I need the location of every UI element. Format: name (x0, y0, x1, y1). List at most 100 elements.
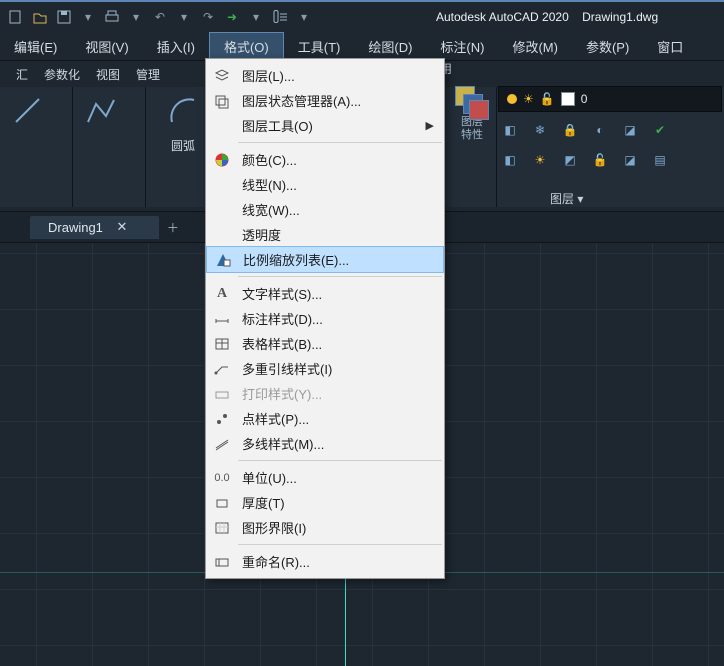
layer-tool-c-icon[interactable]: ◩ (558, 148, 582, 172)
chevron-right-icon: ▶ (426, 119, 434, 132)
menu-item-units[interactable]: 0.0单位(U)... (206, 465, 444, 490)
qat-redo-icon[interactable]: ↷ (197, 6, 219, 28)
menu-item-label: 单位(U)... (242, 468, 297, 487)
color-wheel-icon (212, 150, 232, 170)
ribbon-tab[interactable]: 汇 (10, 62, 38, 87)
menu-item-rename[interactable]: 重命名(R)... (206, 549, 444, 574)
chevron-down-icon[interactable]: ▾ (245, 6, 267, 28)
format-dropdown-menu: 图层(L)...图层状态管理器(A)... 图层工具(O) ▶ 颜色(C)... 线型(… (205, 58, 445, 579)
layers-icon (212, 66, 232, 86)
menu-item-mleaderstyle[interactable]: 多重引线样式(I) (206, 356, 444, 381)
layer-tool-e-icon[interactable]: ◪ (618, 148, 642, 172)
layers-stack-icon (212, 91, 232, 111)
layer-panel: 图层 特性 ☀ 🔓 0 ◧ ❄ 🔒 ◐ ◪ ✔ ◧ ☀ ◩ 🔓 ◪ ▤ (452, 86, 722, 172)
line-tool-icon[interactable] (8, 91, 48, 131)
chevron-down-icon[interactable]: ▾ (125, 6, 147, 28)
menu-dimension[interactable]: 标注(N) (426, 32, 498, 60)
menu-item-label: 厚度(T) (242, 493, 285, 512)
layer-freeze-icon[interactable]: ❄ (528, 118, 552, 142)
ribbon-tab[interactable]: 管理 (130, 62, 170, 87)
menu-param[interactable]: 参数(P) (572, 32, 643, 60)
qat-open-icon[interactable] (29, 6, 51, 28)
limits-icon (212, 518, 232, 538)
layer-tool-a-icon[interactable]: ◧ (498, 148, 522, 172)
menu-edit[interactable]: 编辑(E) (0, 32, 71, 60)
menu-item-dimstyle[interactable]: 标注样式(D)... (206, 306, 444, 331)
qat-scroll-icon[interactable] (269, 6, 291, 28)
document-tab-label: Drawing1 (48, 220, 103, 235)
layer-match-icon[interactable]: ◪ (618, 118, 642, 142)
qat-undo-icon[interactable]: ↶ (149, 6, 171, 28)
chevron-down-icon[interactable]: ▾ (293, 6, 315, 28)
qat-new-icon[interactable] (5, 6, 27, 28)
layer-tool-b-icon[interactable]: ☀ (528, 148, 552, 172)
menu-modify[interactable]: 修改(M) (498, 32, 572, 60)
menu-window[interactable]: 窗口 (643, 32, 697, 60)
menu-view[interactable]: 视图(V) (71, 32, 142, 60)
rename-icon (212, 552, 232, 572)
document-tab[interactable]: Drawing1 ✕ (30, 216, 159, 239)
menu-tools[interactable]: 工具(T) (284, 32, 355, 60)
menu-item-transp[interactable]: 透明度 (206, 222, 444, 247)
menu-item-plotstyle: 打印样式(Y)... (206, 381, 444, 406)
menu-item-label: 图形界限(I) (242, 518, 306, 537)
menu-item-ltype[interactable]: 线型(N)... (206, 172, 444, 197)
mline-style-icon (212, 434, 232, 454)
menu-separator (238, 276, 442, 277)
qat-share-icon[interactable]: ➜ (221, 6, 243, 28)
text-style-icon: A (212, 284, 232, 304)
menu-item-layer[interactable]: 图层(L)... (206, 63, 444, 88)
ribbon-tab[interactable]: 参数化 (38, 62, 90, 87)
blank-icon (212, 175, 232, 195)
panel-line (0, 87, 73, 207)
menu-separator (238, 142, 442, 143)
layer-tool-d-icon[interactable]: 🔓 (588, 148, 612, 172)
layer-dropdown[interactable]: ☀ 🔓 0 (498, 86, 722, 112)
menu-item-limits[interactable]: 图形界限(I) (206, 515, 444, 540)
menu-item-textstyle[interactable]: A文字样式(S)... (206, 281, 444, 306)
menu-item-label: 图层工具(O) (242, 116, 313, 135)
ribbon-tab[interactable]: 视图 (90, 62, 130, 87)
menu-item-layertools[interactable]: 图层工具(O) ▶ (206, 113, 444, 138)
blank-icon (212, 225, 232, 245)
qat-save-icon[interactable] (53, 6, 75, 28)
layer-panel-label[interactable]: 图层 ▾ (550, 190, 583, 207)
layer-tool-f-icon[interactable]: ▤ (648, 148, 672, 172)
menu-insert[interactable]: 插入(I) (143, 32, 209, 60)
layer-isolate-icon[interactable]: ◧ (498, 118, 522, 142)
menu-item-tablestyle[interactable]: 表格样式(B)... (206, 331, 444, 356)
layer-lock-icon[interactable]: 🔒 (558, 118, 582, 142)
chevron-down-icon[interactable]: ▾ (77, 6, 99, 28)
menu-item-lweight[interactable]: 线宽(W)... (206, 197, 444, 222)
blank-icon (212, 200, 232, 220)
layer-prev-icon[interactable]: ✔ (648, 118, 672, 142)
qat-print-icon[interactable] (101, 6, 123, 28)
menu-format[interactable]: 格式(O) (209, 32, 284, 60)
menu-item-thickness[interactable]: 厚度(T) (206, 490, 444, 515)
menu-item-mlstyle[interactable]: 多线样式(M)... (206, 431, 444, 456)
layer-properties-button[interactable]: 图层 特性 (452, 86, 492, 142)
sun-icon: ☀ (523, 92, 534, 106)
plot-style-icon (212, 384, 232, 404)
arc-label: 圆弧 (171, 137, 195, 154)
menu-item-layerstate[interactable]: 图层状态管理器(A)... (206, 88, 444, 113)
menu-bar: 编辑(E) 视图(V) 插入(I) 格式(O) 工具(T) 绘图(D) 标注(N… (0, 32, 724, 60)
chevron-down-icon[interactable]: ▾ (173, 6, 195, 28)
menu-item-label: 点样式(P)... (242, 409, 309, 428)
arc-tool-icon[interactable] (163, 91, 203, 131)
menu-item-label: 多重引线样式(I) (242, 359, 332, 378)
new-tab-button[interactable]: ＋ (159, 219, 187, 236)
menu-item-label: 颜色(C)... (242, 150, 297, 169)
menu-draw[interactable]: 绘图(D) (354, 32, 426, 60)
menu-item-label: 标注样式(D)... (242, 309, 323, 328)
file-name: Drawing1.dwg (582, 10, 658, 24)
menu-item-scalelist[interactable]: 比例缩放列表(E)... (206, 246, 444, 273)
menu-item-color[interactable]: 颜色(C)... (206, 147, 444, 172)
menu-item-label: 表格样式(B)... (242, 334, 322, 353)
menu-item-ptstyle[interactable]: 点样式(P)... (206, 406, 444, 431)
menu-item-label: 线宽(W)... (242, 200, 300, 219)
close-icon[interactable]: ✕ (115, 220, 129, 234)
polyline-tool-icon[interactable] (81, 91, 121, 131)
layer-off-icon[interactable]: ◐ (588, 118, 612, 142)
table-style-icon (212, 334, 232, 354)
